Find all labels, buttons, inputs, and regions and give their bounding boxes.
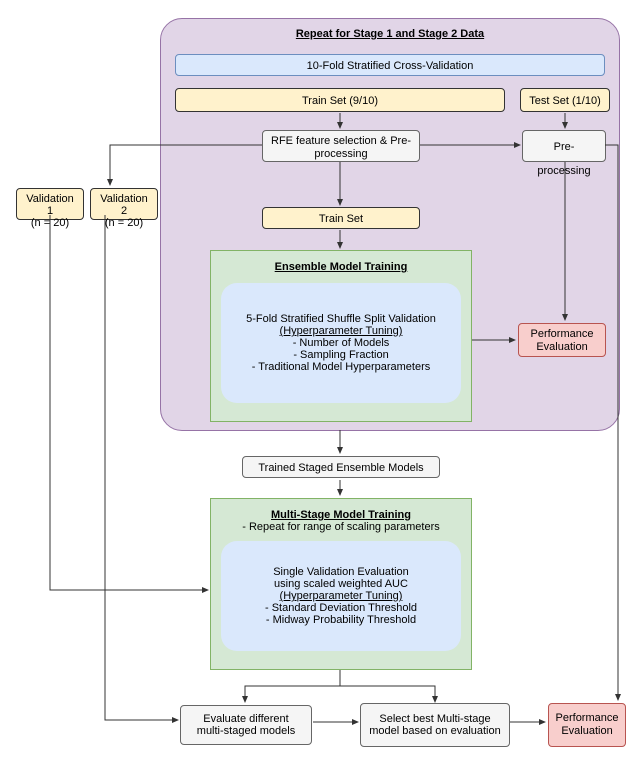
ensemble-card-title: 5-Fold Stratified Shuffle Split Validati… [235,313,447,325]
trained-staged-box: Trained Staged Ensemble Models [242,456,440,478]
validation-2: Validation 2 (n = 20) [90,188,158,220]
ensemble-item: - Number of Models [235,337,447,349]
multistage-item: - Standard Deviation Threshold [235,602,447,614]
multistage-sub: - Repeat for range of scaling parameters [242,521,440,533]
multistage-head: Multi-Stage Model Training - Repeat for … [221,509,461,533]
ensemble-card-subtitle: (Hyperparameter Tuning) [235,325,447,337]
preproc-box: Pre-processing [522,130,606,162]
ensemble-item: - Sampling Fraction [235,349,447,361]
train-set-box: Train Set [262,207,420,229]
perf-eval-top: Performance Evaluation [518,323,606,357]
test-set-110: Test Set (1/10) [520,88,610,112]
multistage-container: Multi-Stage Model Training - Repeat for … [210,498,472,670]
multistage-card: Single Validation Evaluation using scale… [221,541,461,651]
validation-1: Validation 1 (n = 20) [16,188,84,220]
ensemble-container: Ensemble Model Training 5-Fold Stratifie… [210,250,472,422]
rfe-box: RFE feature selection & Pre-processing [262,130,420,162]
train-set-910: Train Set (9/10) [175,88,505,112]
multistage-card-line: Single Validation Evaluation [235,566,447,578]
multistage-title: Multi-Stage Model Training [271,509,411,521]
multistage-card-line: using scaled weighted AUC [235,578,447,590]
multistage-card-sub: (Hyperparameter Tuning) [235,590,447,602]
ensemble-card: 5-Fold Stratified Shuffle Split Validati… [221,283,461,403]
purple-title: Repeat for Stage 1 and Stage 2 Data [170,28,610,40]
eval-diff-box: Evaluate different multi-staged models [180,705,312,745]
select-best-box: Select best Multi-stage model based on e… [360,703,510,747]
perf-eval-bottom: Performance Evaluation [548,703,626,747]
ensemble-title: Ensemble Model Training [221,261,461,273]
ensemble-item: - Traditional Model Hyperparameters [235,361,447,373]
multistage-item: - Midway Probability Threshold [235,614,447,626]
cv-box: 10-Fold Stratified Cross-Validation [175,54,605,76]
